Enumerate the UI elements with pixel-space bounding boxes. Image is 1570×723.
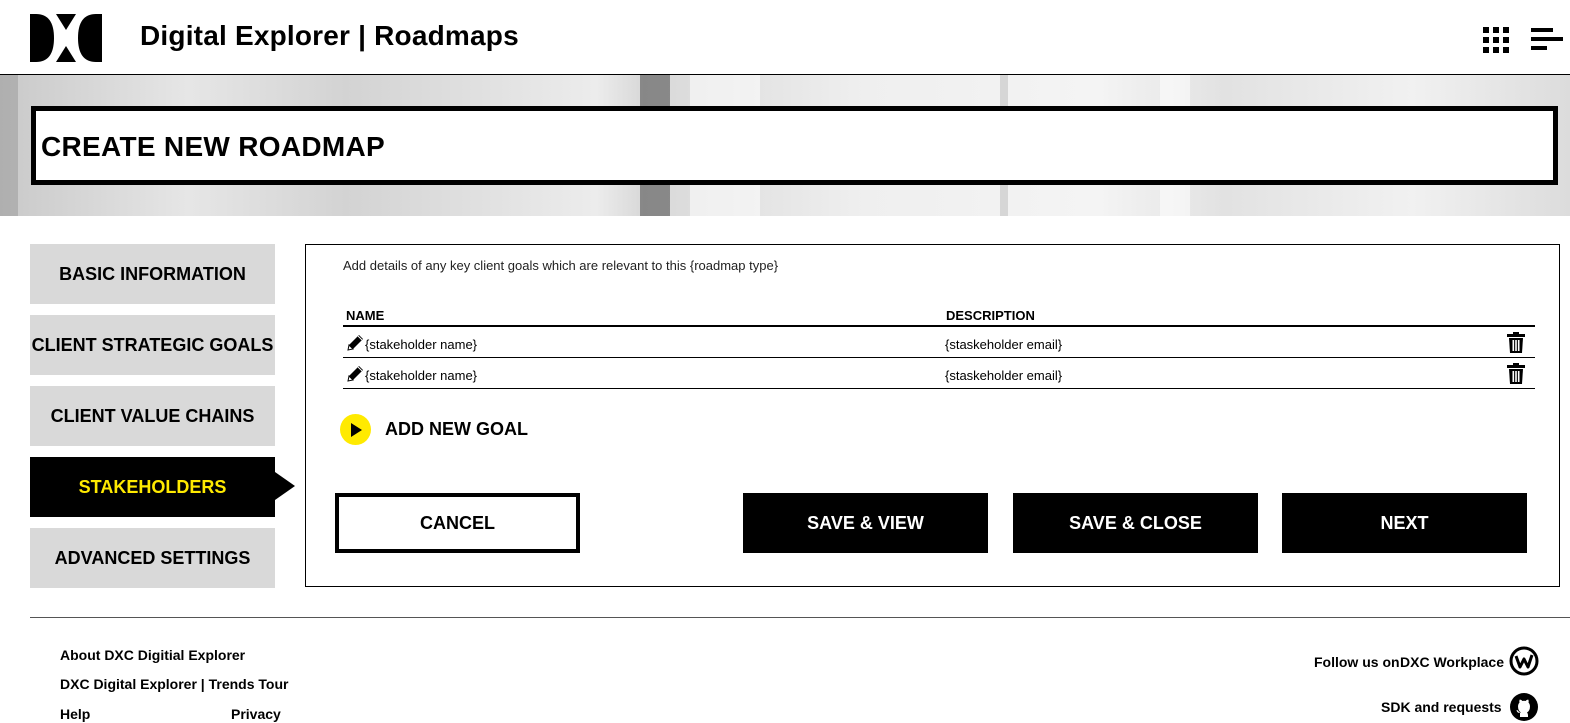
hero-banner: CREATE NEW ROADMAP (0, 75, 1570, 216)
sidebar-item-client-value-chains[interactable]: CLIENT VALUE CHAINS (30, 386, 275, 446)
sidebar-item-client-strategic-goals[interactable]: CLIENT STRATEGIC GOALS (30, 315, 275, 375)
sidebar-item-basic-information[interactable]: BASIC INFORMATION (30, 244, 275, 304)
footer-divider (30, 617, 1570, 618)
save-and-view-button[interactable]: SAVE & VIEW (743, 493, 988, 553)
dxc-logo-icon[interactable] (30, 14, 102, 62)
footer-link-about[interactable]: About DXC Digitial Explorer (60, 647, 245, 663)
table-row: {stakeholder name} {staskeholder email} (343, 358, 1535, 389)
github-icon[interactable] (1510, 693, 1538, 721)
column-header-description: DESCRIPTION (946, 308, 1035, 323)
trash-delete-icon[interactable] (1506, 363, 1526, 384)
hamburger-menu-icon[interactable] (1531, 28, 1563, 50)
follow-us-label: Follow us on (1314, 654, 1400, 670)
footer-link-help[interactable]: Help (60, 706, 90, 722)
sdk-requests-link[interactable]: SDK and requests (1381, 699, 1502, 715)
next-button[interactable]: NEXT (1282, 493, 1527, 553)
sidebar-item-advanced-settings[interactable]: ADVANCED SETTINGS (30, 528, 275, 588)
footer-link-trends-tour[interactable]: DXC Digital Explorer | Trends Tour (60, 676, 288, 692)
table-row: {stakeholder name} {staskeholder email} (343, 327, 1535, 358)
cancel-button[interactable]: CANCEL (335, 493, 580, 553)
app-title: Digital Explorer | Roadmaps (140, 20, 519, 51)
stakeholder-description: {staskeholder email} (945, 368, 1063, 383)
page-title-box: CREATE NEW ROADMAP (31, 106, 1558, 185)
save-and-close-button[interactable]: SAVE & CLOSE (1013, 493, 1258, 553)
pencil-edit-icon[interactable] (347, 333, 365, 351)
active-pointer-icon (275, 472, 295, 500)
sidebar-item-stakeholders[interactable]: STAKEHOLDERS (30, 457, 275, 517)
stakeholder-name: {stakeholder name} (365, 337, 478, 352)
grid-apps-icon[interactable] (1483, 27, 1509, 53)
top-header: Digital Explorer | Roadmaps (0, 0, 1570, 75)
pencil-edit-icon[interactable] (347, 364, 365, 382)
stakeholder-name: {stakeholder name} (365, 368, 478, 383)
column-header-name: NAME (346, 308, 385, 323)
stakeholders-panel: Add details of any key client goals whic… (305, 244, 1560, 587)
page-title: CREATE NEW ROADMAP (41, 131, 385, 162)
footer-link-privacy[interactable]: Privacy (231, 706, 281, 722)
stakeholder-description: {staskeholder email} (945, 337, 1063, 352)
workplace-icon[interactable] (1509, 646, 1539, 676)
add-new-goal-button[interactable]: ADD NEW GOAL (340, 413, 528, 445)
play-arrow-icon (340, 413, 371, 445)
panel-hint: Add details of any key client goals whic… (343, 258, 779, 273)
trash-delete-icon[interactable] (1506, 332, 1526, 353)
dxc-workplace-link[interactable]: DXC Workplace (1400, 654, 1504, 670)
add-new-goal-label: ADD NEW GOAL (385, 418, 528, 439)
